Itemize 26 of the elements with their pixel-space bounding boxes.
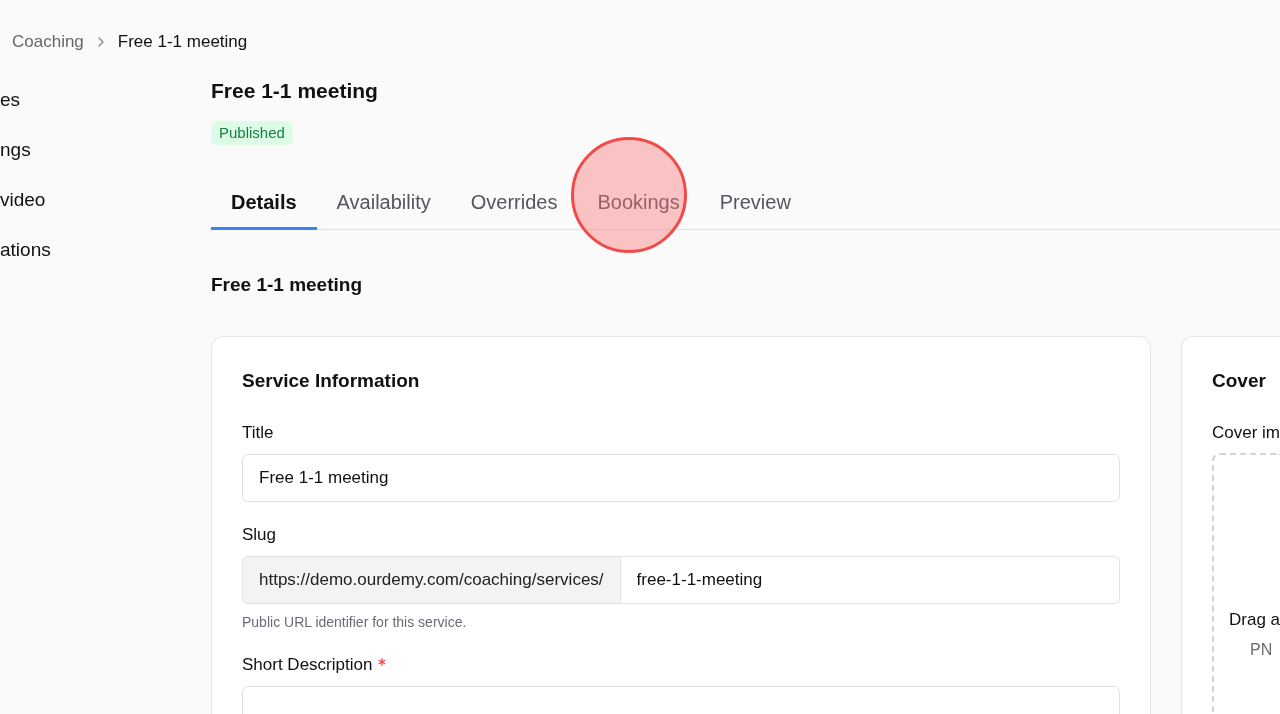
sidebar-item[interactable]: ations — [0, 234, 211, 266]
tab[interactable]: Details — [211, 177, 317, 230]
section-title: Free 1-1 meeting — [211, 273, 363, 297]
help-text: Public URL identifier for this service. — [242, 613, 468, 632]
status-badge: Published — [211, 121, 293, 145]
tab[interactable]: Availability — [316, 177, 451, 230]
field-label: Slug — [242, 524, 277, 546]
tab[interactable]: Overrides — [450, 177, 578, 230]
dropzone-text: Drag a — [1229, 609, 1280, 631]
field-label: Cover im — [1212, 422, 1280, 444]
sidebar-item[interactable]: video — [0, 184, 211, 216]
slug-input[interactable]: free-1-1-meeting — [620, 556, 1120, 604]
breadcrumb-current: Free 1-1 meeting — [117, 31, 248, 53]
sidebar-item[interactable]: es — [0, 84, 211, 116]
card-title: Cover — [1212, 369, 1267, 393]
field-label: Title — [242, 422, 274, 444]
dropzone-hint: PN — [1250, 640, 1273, 660]
text-input[interactable]: Free 1-1 meeting — [242, 454, 1120, 502]
sidebar-item[interactable]: ngs — [0, 134, 211, 166]
card-title: Service Information — [242, 369, 421, 393]
url-prefix: https://demo.ourdemy.com/coaching/services/ — [242, 556, 621, 604]
field-label: Short Description — [242, 654, 373, 676]
breadcrumb-link[interactable]: Coaching — [12, 30, 84, 54]
tab[interactable]: Preview — [699, 177, 811, 230]
page-title: Free 1-1 meeting — [211, 78, 378, 104]
dropzone[interactable]: Drag a PN — [1212, 453, 1280, 714]
